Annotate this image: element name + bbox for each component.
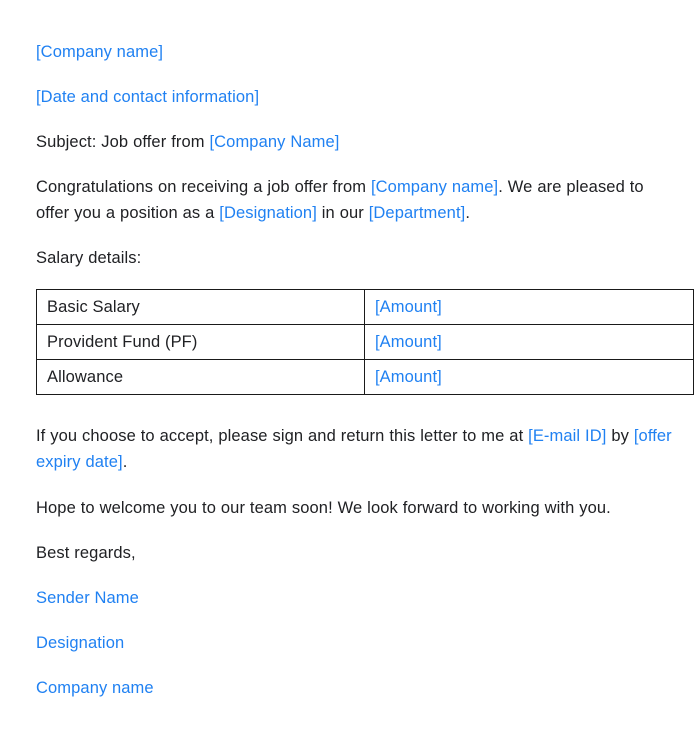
signoff-text: Best regards, [36, 544, 136, 562]
table-row: Provident Fund (PF) [Amount] [36, 324, 694, 360]
signature-designation: Designation [36, 634, 125, 652]
signature-sender-name: Sender Name [36, 589, 139, 607]
salary-row-label: Allowance [36, 359, 365, 395]
signature-company-name: Company name [36, 679, 154, 697]
acceptance-paragraph-block: If you choose to accept, please sign and… [36, 423, 672, 475]
acceptance-text-part2: by [606, 427, 634, 445]
header-date-contact-line: [Date and contact information] [36, 84, 672, 110]
intro-paragraph-block: Congratulations on receiving a job offer… [36, 174, 672, 226]
intro-text-part3: in our [316, 204, 369, 222]
salary-row-label: Provident Fund (PF) [36, 324, 365, 360]
signature-designation-block: Designation [36, 630, 672, 656]
signature-company-block: Company name [36, 675, 672, 701]
salary-details-heading-block: Salary details: [36, 245, 672, 271]
subject-company-placeholder: [Company Name] [209, 133, 340, 151]
subject-label: Subject: Job offer from [36, 133, 210, 151]
acceptance-text-part3: . [122, 453, 128, 471]
closing-line: Hope to welcome you to our team soon! We… [36, 499, 611, 517]
salary-details-heading: Salary details: [36, 249, 142, 267]
intro-text-part4: . [465, 204, 470, 222]
acceptance-email-placeholder: [E-mail ID] [528, 427, 607, 445]
offer-letter-page: [Company name] [Date and contact informa… [0, 0, 700, 740]
salary-table-container: Basic Salary [Amount] Provident Fund (PF… [36, 289, 694, 395]
subject-paragraph: Subject: Job offer from [Company Name] [36, 129, 672, 155]
intro-designation-placeholder: [Designation] [219, 204, 317, 222]
salary-row-value: [Amount] [364, 359, 694, 395]
intro-department-placeholder: [Department] [368, 204, 466, 222]
closing-line-block: Hope to welcome you to our team soon! We… [36, 495, 672, 521]
table-row: Basic Salary [Amount] [36, 289, 694, 325]
intro-text-part1: Congratulations on receiving a job offer… [36, 178, 371, 196]
subject-line: Subject: Job offer from [Company Name] [36, 129, 672, 155]
date-contact-placeholder: [Date and contact information] [36, 88, 260, 106]
salary-row-label: Basic Salary [36, 289, 365, 325]
company-name-placeholder: [Company name] [36, 43, 164, 61]
header-company-name-line: [Company name] [36, 39, 672, 65]
acceptance-paragraph: If you choose to accept, please sign and… [36, 423, 672, 475]
signoff-block: Best regards, [36, 540, 672, 566]
intro-paragraph: Congratulations on receiving a job offer… [36, 174, 672, 226]
signature-sender-block: Sender Name [36, 585, 672, 611]
salary-table: Basic Salary [Amount] Provident Fund (PF… [36, 289, 694, 395]
table-row: Allowance [Amount] [36, 359, 694, 395]
salary-row-value: [Amount] [364, 324, 694, 360]
salary-row-value: [Amount] [364, 289, 694, 325]
acceptance-text-part1: If you choose to accept, please sign and… [36, 427, 529, 445]
intro-company-placeholder: [Company name] [370, 178, 499, 196]
